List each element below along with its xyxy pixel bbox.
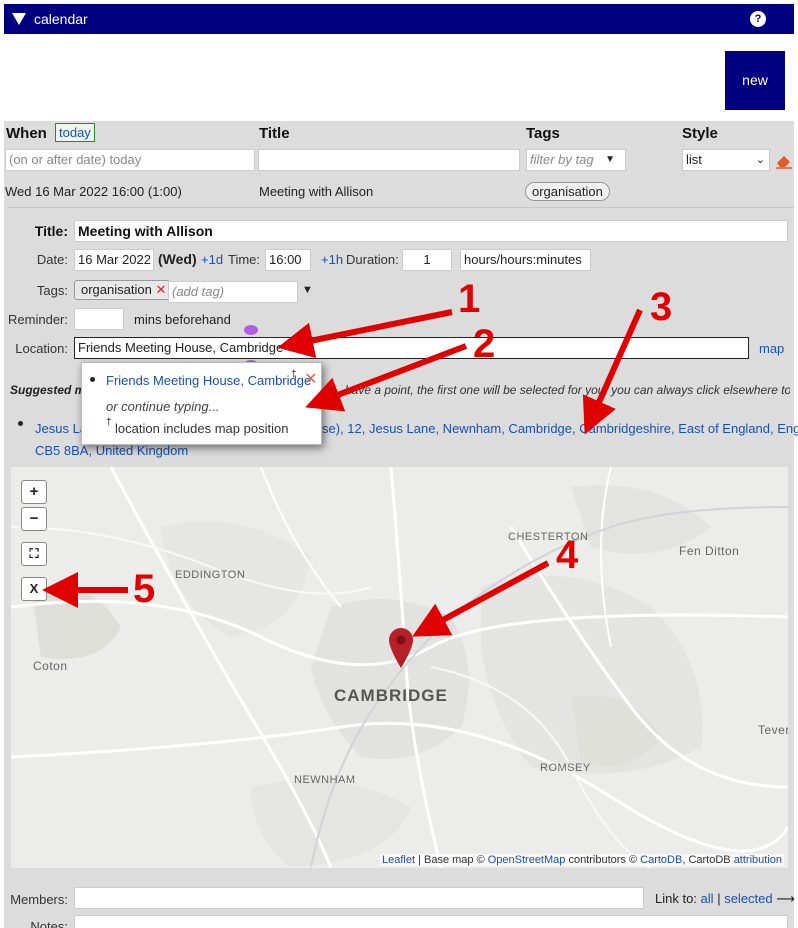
- when-header: When: [6, 125, 47, 142]
- day-of-week: (Wed): [158, 251, 197, 267]
- date-label: Date:: [36, 252, 68, 267]
- place-tever: Tever: [758, 723, 788, 737]
- place-fen-ditton: Fen Ditton: [679, 544, 740, 558]
- style-header: Style: [682, 125, 718, 142]
- place-cambridge: CAMBRIDGE: [334, 686, 448, 705]
- eraser-icon[interactable]: [775, 153, 793, 169]
- attr-text: , CartoDB: [682, 854, 734, 866]
- time-label: Time:: [228, 252, 261, 267]
- zoom-out-button[interactable]: −: [21, 507, 47, 531]
- close-icon[interactable]: ✕: [304, 369, 317, 389]
- attr-text: | Base map ©: [415, 854, 488, 866]
- help-icon[interactable]: ?: [750, 11, 766, 27]
- reminder-suffix: mins beforehand: [134, 312, 231, 327]
- title-label: Title:: [34, 223, 68, 239]
- tag-dropdown-icon[interactable]: ▼: [302, 284, 313, 296]
- date-input[interactable]: 16 Mar 2022: [74, 249, 154, 271]
- duration-input[interactable]: 1: [402, 249, 452, 271]
- close-map-button[interactable]: X: [21, 577, 47, 601]
- event-when[interactable]: Wed 16 Mar 2022 16:00 (1:00): [5, 184, 182, 199]
- place-romsey: ROMSEY: [540, 762, 591, 774]
- annotation-label-3: 3: [650, 285, 673, 329]
- place-coton: Coton: [33, 659, 68, 673]
- link-to-label: Link to:: [655, 891, 697, 906]
- notes-label: Notes:: [30, 919, 68, 928]
- collapse-triangle-icon[interactable]: [12, 13, 26, 25]
- members-input[interactable]: [74, 887, 644, 909]
- attr-text: contributors ©: [565, 854, 641, 866]
- annotation-label-5: 5: [133, 567, 156, 611]
- link-selected[interactable]: selected: [724, 891, 772, 906]
- location-autocomplete-popup: Friends Meeting House, Cambridge † ✕ or …: [81, 362, 322, 445]
- notes-input[interactable]: [74, 915, 788, 928]
- reminder-label: Reminder:: [8, 312, 68, 327]
- tag-chip: organisation ✕: [74, 280, 171, 300]
- tags-label: Tags:: [36, 283, 68, 298]
- drag-handle-icon[interactable]: [244, 325, 258, 335]
- title-filter-input[interactable]: [258, 149, 520, 171]
- leaflet-link[interactable]: Leaflet: [382, 854, 415, 866]
- link-separator: |: [717, 891, 721, 906]
- dagger-mark: †: [106, 417, 112, 428]
- when-filter-input[interactable]: (on or after date) today: [5, 149, 255, 171]
- add-tag-input[interactable]: (add tag): [168, 281, 298, 303]
- autocomplete-item[interactable]: Friends Meeting House, Cambridge: [106, 373, 311, 388]
- plus-hour-link[interactable]: +1h: [321, 252, 343, 267]
- location-input[interactable]: Friends Meeting House, Cambridge: [74, 337, 749, 359]
- divider: [8, 207, 794, 208]
- link-to: Link to: all | selected ⟶: [655, 891, 795, 907]
- reminder-input[interactable]: [74, 308, 124, 330]
- today-button[interactable]: today: [55, 123, 95, 142]
- location-label: Location:: [15, 341, 68, 356]
- style-select-value: list: [686, 152, 702, 167]
- chevron-down-icon: ▼: [605, 154, 615, 165]
- tag-filter-placeholder: filter by tag: [530, 152, 594, 167]
- location-note: location includes map position: [115, 421, 289, 436]
- bullet: [90, 377, 95, 382]
- duration-unit-value: hours/hours:minutes: [464, 252, 582, 267]
- location-map[interactable]: + − ⛶ X CHESTERTON Fen Ditton EDDINGTON …: [11, 467, 788, 868]
- place-newnham: NEWNHAM: [294, 774, 356, 786]
- title-header: Title: [259, 125, 290, 142]
- time-input[interactable]: 16:00: [265, 249, 311, 271]
- dagger-mark: †: [291, 369, 297, 380]
- suggestion-link[interactable]: se), 12, Jesus Lane, Newnham, Cambridge,…: [322, 421, 798, 436]
- remove-tag-icon[interactable]: ✕: [155, 282, 166, 297]
- duration-unit-select[interactable]: hours/hours:minutes: [460, 249, 591, 271]
- event-tag[interactable]: organisation: [525, 182, 610, 201]
- link-all[interactable]: all: [701, 891, 714, 906]
- members-label: Members:: [10, 892, 68, 907]
- annotation-label-4: 4: [556, 533, 579, 577]
- map-attribution: Leaflet | Base map © OpenStreetMap contr…: [379, 854, 784, 866]
- attribution-link[interactable]: attribution: [734, 854, 782, 866]
- plus-day-link[interactable]: +1d: [201, 252, 223, 267]
- tags-header: Tags: [526, 125, 560, 142]
- annotation-label-1: 1: [458, 277, 481, 321]
- style-select[interactable]: list ⌄: [682, 149, 770, 171]
- annotation-label-2: 2: [473, 322, 496, 366]
- event-title[interactable]: Meeting with Allison: [259, 184, 373, 199]
- title-bar: calendar ?: [4, 4, 794, 34]
- location-marker-icon[interactable]: [388, 627, 414, 669]
- tag-filter-select[interactable]: filter by tag ▼: [526, 149, 626, 171]
- osm-link[interactable]: OpenStreetMap: [488, 854, 566, 866]
- arrow-right-icon: ⟶: [776, 891, 795, 906]
- chevron-down-icon: ⌄: [755, 154, 765, 166]
- duration-label: Duration:: [346, 252, 399, 267]
- title-input[interactable]: Meeting with Allison: [74, 220, 788, 242]
- continue-typing-hint: or continue typing...: [106, 399, 220, 414]
- fullscreen-icon[interactable]: ⛶: [21, 542, 47, 566]
- place-eddington: EDDINGTON: [175, 569, 246, 581]
- app-title: calendar: [34, 11, 88, 27]
- suggestion-link-line2[interactable]: CB5 8BA, United Kingdom: [35, 443, 188, 458]
- bullet: [18, 421, 23, 426]
- tag-chip-label: organisation: [81, 282, 152, 297]
- zoom-in-button[interactable]: +: [21, 480, 47, 504]
- map-link[interactable]: map: [759, 341, 784, 356]
- new-button[interactable]: new: [725, 51, 785, 110]
- suggested-hint: have a point, the first one will be sele…: [345, 383, 790, 397]
- cartodb-link[interactable]: CartoDB: [640, 854, 682, 866]
